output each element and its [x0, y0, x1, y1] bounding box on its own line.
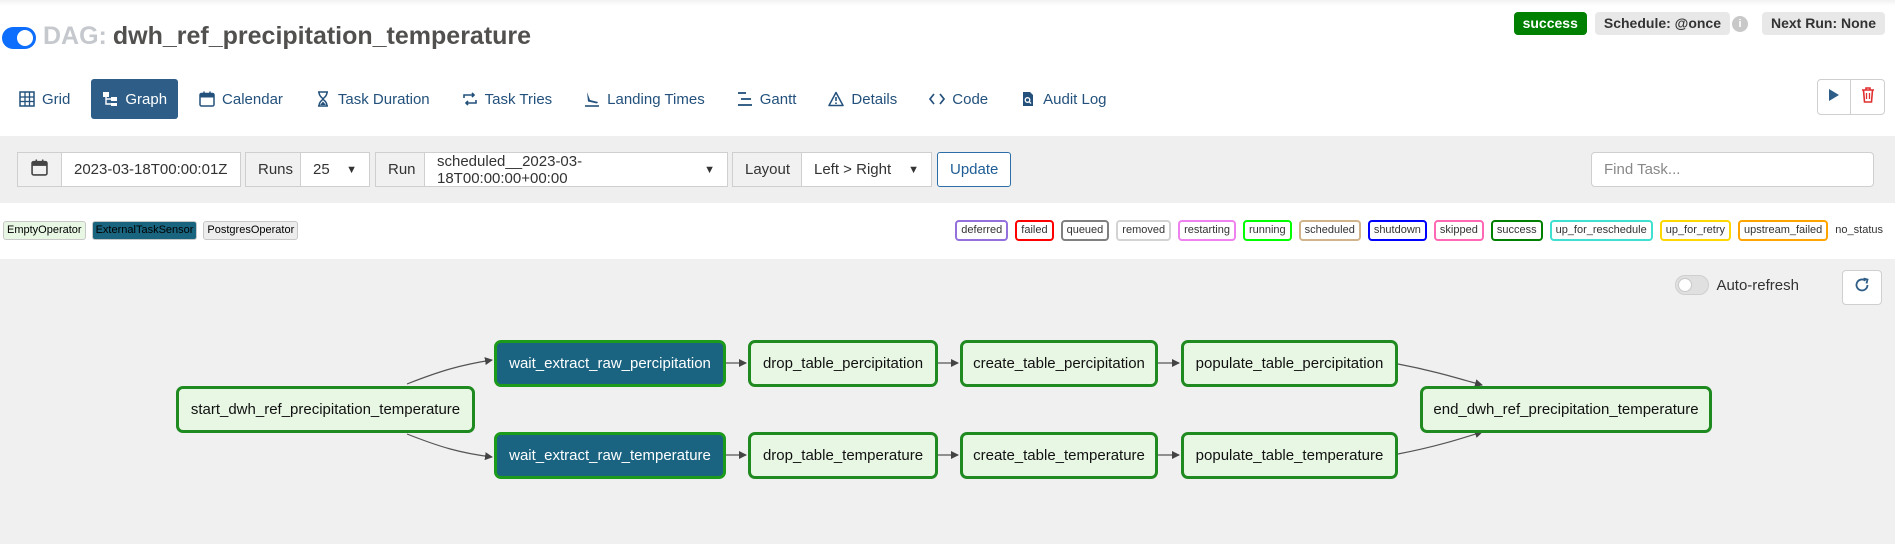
tab-calendar[interactable]: Calendar: [188, 79, 294, 119]
dag-pause-toggle[interactable]: [2, 27, 36, 49]
play-icon: [1828, 88, 1840, 107]
legend-state-success[interactable]: success: [1490, 220, 1543, 241]
tab-gantt[interactable]: Gantt: [726, 79, 808, 119]
legend-state-running[interactable]: running: [1242, 220, 1292, 241]
state-legend: deferred failed queued removed restartin…: [955, 220, 1883, 241]
layout-label: Layout: [732, 152, 804, 187]
legend-empty-operator: EmptyOperator: [3, 221, 86, 240]
repeat-icon: [462, 91, 478, 107]
layout-select-value: Left > Right: [814, 161, 892, 178]
tab-landing-times[interactable]: Landing Times: [573, 79, 716, 119]
next-run-badge: Next Run: None: [1762, 12, 1885, 35]
legend-state-failed[interactable]: failed: [1015, 220, 1054, 241]
legend-state-shutdown[interactable]: shutdown: [1367, 220, 1427, 241]
tab-label: Grid: [42, 90, 71, 108]
legend-state-restarting[interactable]: restarting: [1178, 220, 1236, 241]
chevron-down-icon: ▼: [346, 163, 357, 176]
schedule-badge: Schedule: @once: [1594, 12, 1730, 35]
execution-date-input[interactable]: 2023-03-18T00:00:01Z: [61, 152, 241, 187]
dag-view-tabs: Grid Graph Calendar Task Duration Task T…: [8, 79, 1128, 119]
tab-label: Task Tries: [484, 90, 553, 108]
code-icon: [929, 91, 946, 107]
task-node-drop-table-temperature[interactable]: drop_table_temperature: [748, 432, 938, 479]
task-node-drop-table-percipitation[interactable]: drop_table_percipitation: [748, 340, 938, 387]
dag-title-prefix: DAG:: [43, 22, 107, 50]
warning-icon: [828, 91, 845, 107]
legend-state-skipped[interactable]: skipped: [1433, 220, 1484, 241]
dag-status-badge: success: [1513, 12, 1587, 35]
calendar-icon: [199, 91, 215, 107]
tab-task-tries[interactable]: Task Tries: [451, 79, 564, 119]
legend-state-queued[interactable]: queued: [1060, 220, 1110, 241]
legend-state-deferred[interactable]: deferred: [955, 220, 1009, 241]
tab-label: Landing Times: [607, 90, 705, 108]
trigger-dag-button[interactable]: [1817, 79, 1851, 115]
legend-external-task-sensor: ExternalTaskSensor: [91, 221, 198, 240]
run-select-value: scheduled__2023-03-18T00:00:00+00:00: [437, 152, 583, 187]
task-node-wait-extract-percipitation[interactable]: wait_extract_raw_percipitation: [494, 340, 726, 387]
legend-state-up-for-reschedule[interactable]: up_for_reschedule: [1549, 220, 1653, 241]
dag-title: DAG: dwh_ref_precipitation_temperature: [43, 20, 531, 52]
runs-select-value: 25: [313, 161, 330, 178]
audit-icon: [1020, 91, 1036, 107]
edge-start-wait-t: [406, 433, 493, 461]
edge-populate-p-end: [1397, 363, 1483, 388]
run-label: Run: [375, 152, 429, 187]
tab-details[interactable]: Details: [817, 79, 908, 119]
task-node-end[interactable]: end_dwh_ref_precipitation_temperature: [1420, 386, 1712, 433]
header-badges: success Schedule: @once i Next Run: None: [1513, 12, 1885, 35]
tab-label: Details: [851, 90, 898, 108]
tab-task-duration[interactable]: Task Duration: [304, 79, 441, 119]
layout-select[interactable]: Left > Right ▼: [801, 152, 932, 187]
grid-icon: [19, 91, 35, 107]
task-node-create-table-percipitation[interactable]: create_table_percipitation: [960, 340, 1158, 387]
find-task-input[interactable]: Find Task...: [1591, 152, 1874, 187]
dag-graph-canvas[interactable]: Auto-refresh start_dwh_ref_precipitation…: [0, 259, 1895, 544]
landing-icon: [584, 91, 600, 107]
run-select[interactable]: scheduled__2023-03-18T00:00:00+00:00 ▼: [424, 152, 728, 187]
legend-state-no-status[interactable]: no_status: [1835, 222, 1883, 239]
gantt-icon: [737, 91, 753, 107]
edge-start-wait-p: [406, 357, 493, 385]
delete-dag-button[interactable]: [1851, 79, 1885, 115]
task-node-populate-table-temperature[interactable]: populate_table_temperature: [1181, 432, 1398, 479]
tab-grid[interactable]: Grid: [8, 79, 81, 119]
trash-icon: [1861, 86, 1875, 108]
edge-populate-t-end: [1397, 430, 1483, 455]
task-node-populate-table-percipitation[interactable]: populate_table_percipitation: [1181, 340, 1398, 387]
toggle-knob: [17, 30, 33, 46]
tab-label: Code: [952, 90, 989, 108]
task-node-create-table-temperature[interactable]: create_table_temperature: [960, 432, 1158, 479]
legend-postgres-operator: PostgresOperator: [203, 221, 299, 240]
chevron-down-icon: ▼: [908, 163, 919, 176]
tab-label: Task Duration: [337, 90, 430, 108]
tab-label: Calendar: [222, 90, 283, 108]
dag-actions: [1817, 79, 1885, 115]
legend-state-upstream-failed[interactable]: upstream_failed: [1738, 220, 1829, 241]
update-button[interactable]: Update: [937, 152, 1012, 187]
tab-label: Gantt: [759, 90, 797, 108]
graph-icon: [102, 91, 118, 107]
legend-state-removed[interactable]: removed: [1116, 220, 1172, 241]
task-node-start[interactable]: start_dwh_ref_precipitation_temperature: [176, 386, 475, 433]
chevron-down-icon: ▼: [704, 163, 715, 176]
operator-legend: EmptyOperator ExternalTaskSensor Postgre…: [3, 221, 299, 240]
tab-audit-log[interactable]: Audit Log: [1009, 79, 1117, 119]
tab-label: Graph: [125, 90, 168, 108]
info-icon[interactable]: i: [1732, 15, 1748, 32]
date-picker-button[interactable]: [17, 152, 62, 187]
tab-graph[interactable]: Graph: [91, 79, 179, 119]
legend-state-scheduled[interactable]: scheduled: [1298, 220, 1361, 241]
tab-code[interactable]: Code: [918, 79, 999, 119]
task-node-wait-extract-temperature[interactable]: wait_extract_raw_temperature: [494, 432, 726, 479]
legend-state-up-for-retry[interactable]: up_for_retry: [1659, 220, 1732, 241]
runs-select[interactable]: 25 ▼: [300, 152, 370, 187]
calendar-icon: [31, 159, 48, 180]
graph-filter-bar: 2023-03-18T00:00:01Z Runs 25 ▼ Run schedu…: [0, 136, 1895, 203]
dag-title-name: dwh_ref_precipitation_temperature: [112, 22, 532, 50]
runs-label: Runs: [245, 152, 307, 187]
hourglass-icon: [315, 91, 331, 107]
top-shade: [0, 0, 1895, 6]
tab-label: Audit Log: [1043, 90, 1107, 108]
